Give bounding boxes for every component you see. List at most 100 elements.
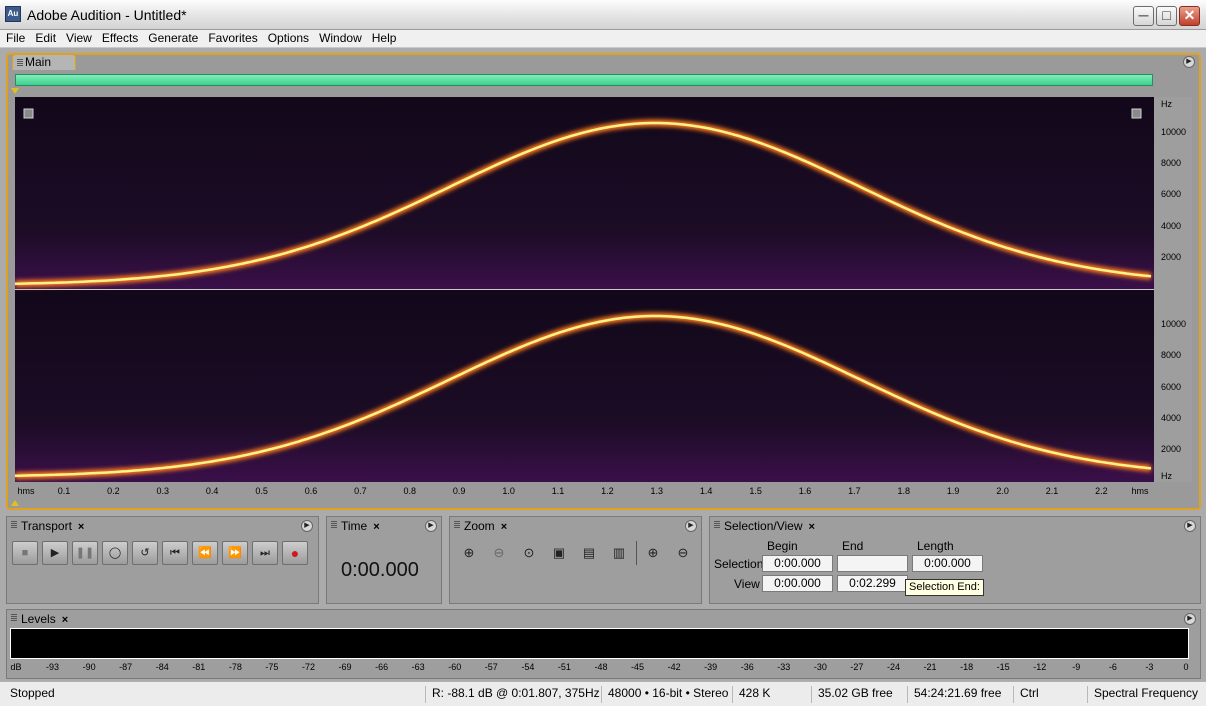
grip-icon[interactable] bbox=[714, 521, 720, 529]
menu-effects[interactable]: Effects bbox=[98, 30, 142, 47]
status-free-space: 35.02 GB free bbox=[811, 686, 893, 703]
time-label: 2.0 bbox=[996, 486, 1009, 496]
rewind-button[interactable]: ⏪ bbox=[192, 541, 218, 565]
close-icon[interactable]: × bbox=[62, 614, 68, 626]
tab-main-label: Main bbox=[25, 55, 52, 69]
playhead-marker-icon[interactable] bbox=[11, 88, 19, 94]
db-label: -84 bbox=[155, 662, 169, 672]
close-button[interactable]: ✕ bbox=[1179, 6, 1200, 26]
zoom-in-horizontal-icon[interactable]: ⊕ bbox=[458, 543, 480, 563]
tab-selection-view[interactable]: Selection/View bbox=[724, 519, 803, 533]
panel-menu-icon[interactable]: ▶ bbox=[1184, 613, 1196, 625]
zoom-corner-left-icon[interactable] bbox=[23, 108, 34, 119]
selection-length-field[interactable]: 0:00.000 bbox=[912, 555, 983, 572]
selection-view-panel: Selection/View × ▶ Begin End Length Selec… bbox=[709, 516, 1201, 604]
pause-button[interactable]: ❚❚ bbox=[72, 541, 98, 565]
freq-label: 10000 bbox=[1161, 127, 1187, 137]
panel-menu-icon[interactable]: ▶ bbox=[685, 520, 697, 532]
time-label: 0.2 bbox=[107, 486, 120, 496]
frequency-ruler[interactable]: Hz 10000 8000 6000 4000 2000 10000 8000 … bbox=[1154, 97, 1192, 482]
db-label: -54 bbox=[521, 662, 535, 672]
tab-transport[interactable]: Transport bbox=[21, 519, 72, 533]
time-unit-label: hms bbox=[1131, 486, 1149, 496]
tab-time[interactable]: Time bbox=[341, 519, 367, 533]
time-panel: Time × ▶ 0:00.000 bbox=[326, 516, 442, 604]
length-header: Length bbox=[917, 539, 954, 553]
menu-edit[interactable]: Edit bbox=[31, 30, 60, 47]
time-label: 1.3 bbox=[650, 486, 664, 496]
db-label: -15 bbox=[996, 662, 1010, 672]
selection-row-label: Selection bbox=[714, 557, 764, 571]
play-button[interactable]: ▶ bbox=[42, 541, 68, 565]
loop-button[interactable]: ↺ bbox=[132, 541, 158, 565]
zoom-to-selection-icon[interactable]: ▣ bbox=[548, 543, 570, 563]
tab-zoom[interactable]: Zoom bbox=[464, 519, 495, 533]
menu-help[interactable]: Help bbox=[368, 30, 401, 47]
fast-forward-button[interactable]: ⏩ bbox=[222, 541, 248, 565]
grip-icon[interactable] bbox=[454, 521, 460, 529]
tab-levels[interactable]: Levels bbox=[21, 612, 56, 626]
close-icon[interactable]: × bbox=[501, 521, 507, 533]
grip-icon[interactable] bbox=[11, 614, 17, 622]
close-icon[interactable]: × bbox=[373, 521, 379, 533]
go-to-start-button[interactable]: ⏮ bbox=[162, 541, 188, 565]
view-row-label: View bbox=[734, 577, 760, 591]
freq-label: 6000 bbox=[1161, 382, 1182, 392]
overview-bar[interactable] bbox=[15, 74, 1153, 86]
db-label: -36 bbox=[740, 662, 754, 672]
menu-favorites[interactable]: Favorites bbox=[204, 30, 261, 47]
zoom-right-edge-icon[interactable]: ▥ bbox=[608, 543, 630, 563]
selection-begin-field[interactable]: 0:00.000 bbox=[762, 555, 833, 572]
record-button[interactable]: ● bbox=[282, 541, 308, 565]
view-begin-field[interactable]: 0:00.000 bbox=[762, 575, 833, 592]
zoom-left-edge-icon[interactable]: ▤ bbox=[578, 543, 600, 563]
grip-icon[interactable] bbox=[11, 521, 17, 529]
time-label: 2.2 bbox=[1095, 486, 1108, 496]
grip-icon[interactable] bbox=[331, 521, 337, 529]
menu-generate[interactable]: Generate bbox=[144, 30, 202, 47]
close-icon[interactable]: × bbox=[78, 521, 84, 533]
spectral-display[interactable] bbox=[14, 97, 1154, 482]
grip-icon[interactable] bbox=[17, 59, 23, 67]
db-label: -69 bbox=[338, 662, 352, 672]
time-label: 0.8 bbox=[403, 486, 417, 496]
panel-menu-icon[interactable]: ▶ bbox=[425, 520, 437, 532]
zoom-out-horizontal-icon[interactable]: ⊖ bbox=[488, 543, 510, 563]
menu-bar: File Edit View Effects Generate Favorites Opti… bbox=[0, 30, 1206, 48]
zoom-corner-right-icon[interactable] bbox=[1131, 108, 1142, 119]
time-ruler[interactable]: hms 0.1 0.2 0.3 0.4 0.5 0.6 0.7 0.8 0.9 1.0 1.1 1.2… bbox=[15, 482, 1154, 500]
time-label: 0.1 bbox=[57, 486, 71, 496]
db-label: -33 bbox=[777, 662, 791, 672]
maximize-button[interactable]: □ bbox=[1156, 6, 1177, 26]
minimize-button[interactable]: ─ bbox=[1133, 6, 1154, 26]
status-bar: Stopped R: -88.1 dB @ 0:01.807, 375Hz 48… bbox=[0, 681, 1206, 706]
status-size: 428 K bbox=[732, 686, 770, 703]
play-from-cursor-button[interactable]: ◯ bbox=[102, 541, 128, 565]
cursor-marker-icon[interactable] bbox=[11, 500, 19, 506]
view-end-field[interactable]: 0:02.299 bbox=[837, 575, 908, 592]
db-label: -21 bbox=[923, 662, 937, 672]
zoom-out-vertical-icon[interactable]: ⊖ bbox=[672, 543, 694, 563]
tab-main[interactable]: Main bbox=[12, 54, 76, 70]
panel-menu-icon[interactable]: ▶ bbox=[301, 520, 313, 532]
db-label: -9 bbox=[1072, 662, 1081, 672]
channel-left-bg bbox=[15, 97, 1154, 289]
panel-menu-icon[interactable]: ▶ bbox=[1183, 56, 1195, 68]
freq-label: 8000 bbox=[1161, 350, 1182, 360]
menu-file[interactable]: File bbox=[2, 30, 29, 47]
panel-menu-icon[interactable]: ▶ bbox=[1184, 520, 1196, 532]
transport-panel: Transport × ▶ ■ ▶ ❚❚ ◯ ↺ ⏮ ⏪ ⏩ ⏭ ● bbox=[6, 516, 319, 604]
freq-label: 2000 bbox=[1161, 444, 1182, 454]
zoom-in-vertical-icon[interactable]: ⊕ bbox=[642, 543, 664, 563]
status-view-mode: Spectral Frequency bbox=[1087, 686, 1198, 703]
menu-options[interactable]: Options bbox=[264, 30, 313, 47]
stop-button[interactable]: ■ bbox=[12, 541, 38, 565]
close-icon[interactable]: × bbox=[809, 521, 815, 533]
time-label: 0.3 bbox=[156, 486, 170, 496]
selection-end-field[interactable] bbox=[837, 555, 908, 572]
db-label: -3 bbox=[1145, 662, 1154, 672]
menu-window[interactable]: Window bbox=[315, 30, 366, 47]
zoom-full-icon[interactable]: ⊙ bbox=[518, 543, 540, 563]
go-to-end-button[interactable]: ⏭ bbox=[252, 541, 278, 565]
menu-view[interactable]: View bbox=[62, 30, 96, 47]
